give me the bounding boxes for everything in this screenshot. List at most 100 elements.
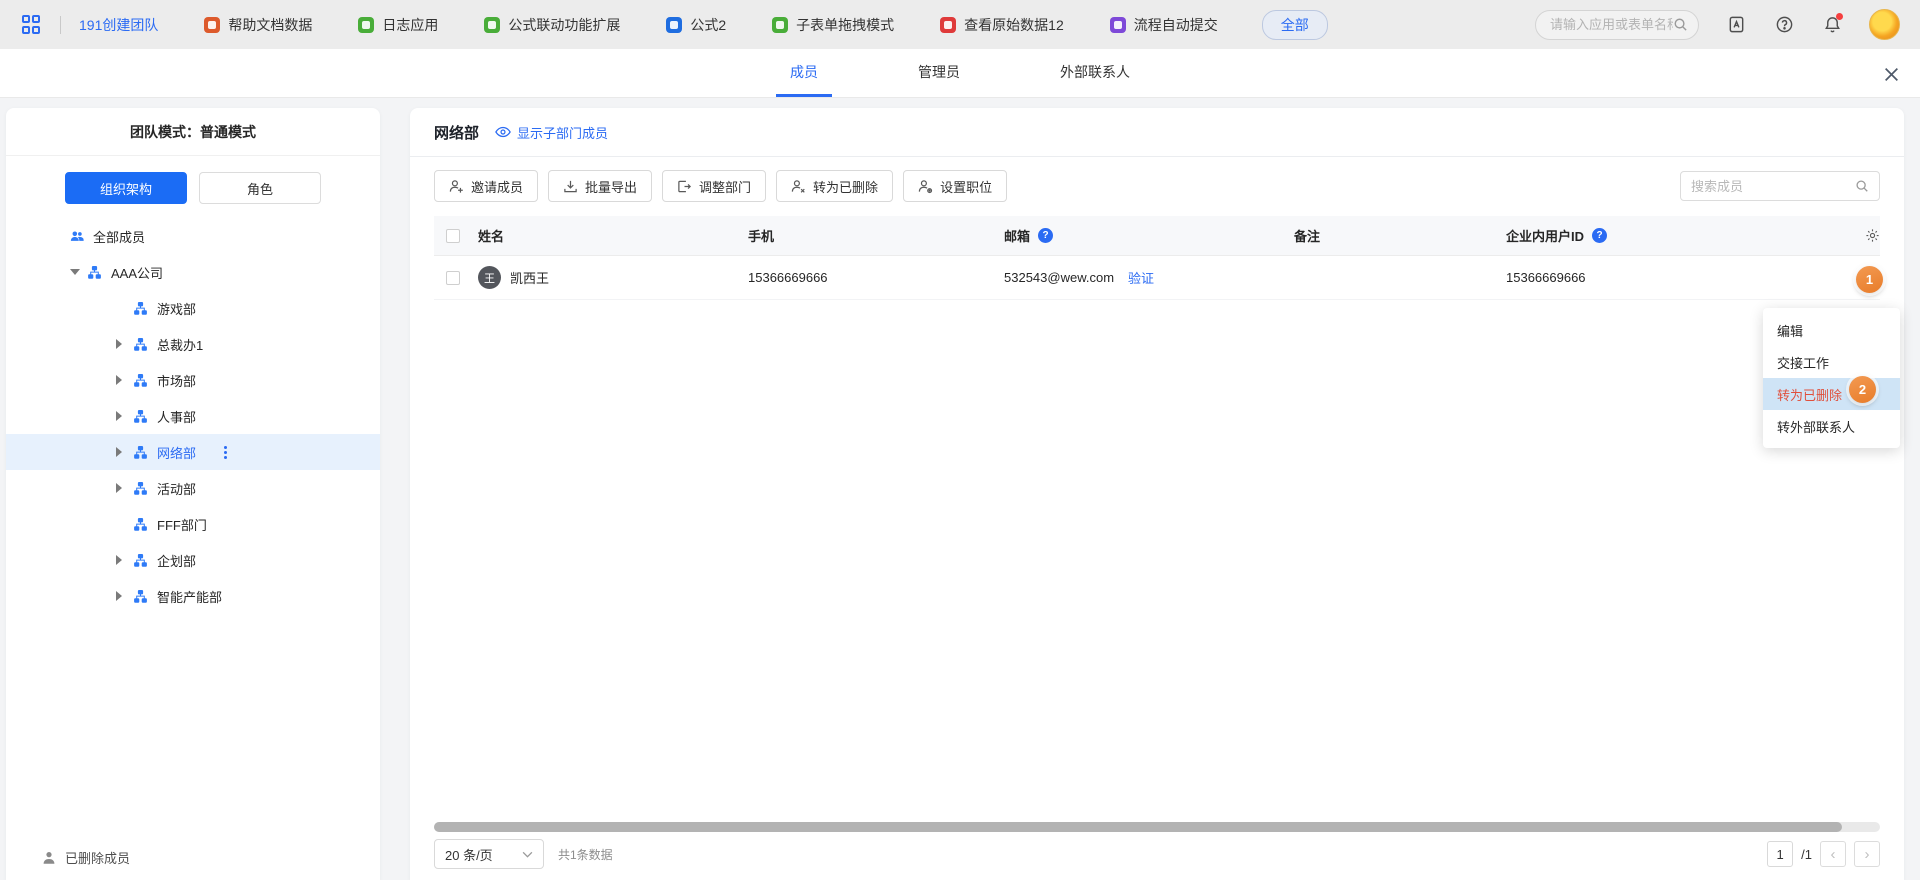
tree-item-label: 企划部 <box>157 551 196 570</box>
prev-page-button[interactable]: ‹ <box>1820 841 1846 867</box>
tree-item-label: 游戏部 <box>157 299 196 318</box>
filter-all-pill[interactable]: 全部 <box>1262 10 1328 40</box>
apps-grid-icon[interactable] <box>22 15 42 35</box>
global-search[interactable] <box>1535 10 1699 40</box>
tab-external-contacts[interactable]: 外部联系人 <box>1046 49 1144 97</box>
app-tab[interactable]: 公式联动功能扩展 <box>484 15 620 35</box>
app-icon <box>1110 17 1126 33</box>
tree-item[interactable]: AAA公司 <box>6 254 380 290</box>
menu-item-handover[interactable]: 交接工作 <box>1763 346 1900 378</box>
app-tab[interactable]: 子表单拖拽模式 <box>772 15 894 35</box>
tree-item-label: 活动部 <box>157 479 196 498</box>
adjust-department-button[interactable]: 调整部门 <box>662 170 766 202</box>
move-folder-icon <box>677 179 692 194</box>
page-size-select[interactable]: 20 条/页 <box>434 839 544 869</box>
app-tab-label: 流程自动提交 <box>1134 15 1218 35</box>
chevron-right-icon[interactable] <box>116 375 134 385</box>
people-icon <box>70 229 84 243</box>
notification-dot <box>1836 13 1843 20</box>
tree-item-label: 全部成员 <box>93 227 145 246</box>
app-icon <box>940 17 956 33</box>
member-avatar: 王 <box>478 266 501 289</box>
tree-item-label: 智能产能部 <box>157 587 222 606</box>
bell-icon[interactable] <box>1821 14 1843 36</box>
column-settings-gear-icon[interactable] <box>1865 228 1880 243</box>
chevron-right-icon[interactable] <box>116 339 134 349</box>
workspace-name[interactable]: 191创建团队 <box>79 15 158 35</box>
tree-item-label: AAA公司 <box>111 263 163 282</box>
table-row[interactable]: 王 凯西王 15366669666 532543@wew.com 验证 1536… <box>434 256 1880 300</box>
show-sub-department-link[interactable]: 显示子部门成员 <box>495 123 608 142</box>
deleted-members-link[interactable]: 已删除成员 <box>42 848 130 867</box>
header-note: 备注 <box>1294 226 1506 245</box>
member-search[interactable] <box>1680 171 1880 201</box>
member-search-input[interactable] <box>1691 179 1855 194</box>
deleted-members-label: 已删除成员 <box>65 848 130 867</box>
total-count-label: 共1条数据 <box>558 846 613 863</box>
total-pages-label: /1 <box>1801 847 1812 862</box>
invite-member-button[interactable]: 邀请成员 <box>434 170 538 202</box>
chevron-right-icon[interactable] <box>116 555 134 565</box>
help-question-icon[interactable]: ? <box>1038 228 1053 243</box>
app-icon <box>204 17 220 33</box>
role-button[interactable]: 角色 <box>199 172 321 204</box>
org-icon <box>134 337 148 351</box>
org-tree: 全部成员 AAA公司 游戏部 总裁办1 <box>6 218 380 614</box>
contacts-icon[interactable] <box>1725 14 1747 36</box>
more-actions-icon[interactable] <box>224 446 227 459</box>
global-search-input[interactable] <box>1550 17 1673 32</box>
tree-item-all-members[interactable]: 全部成员 <box>6 218 380 254</box>
current-page-box[interactable]: 1 <box>1767 841 1793 867</box>
members-panel: 网络部 显示子部门成员 邀请成员 批量导出 调整部门 转为已删除 设置职位 <box>410 108 1904 880</box>
batch-export-button[interactable]: 批量导出 <box>548 170 652 202</box>
app-tab[interactable]: 查看原始数据12 <box>940 15 1064 35</box>
tree-item[interactable]: 活动部 <box>6 470 380 506</box>
chevron-right-icon[interactable] <box>116 591 134 601</box>
chevron-right-icon[interactable] <box>116 447 134 457</box>
chevron-right-icon[interactable] <box>116 483 134 493</box>
header-email: 邮箱 <box>1004 226 1030 245</box>
menu-item-edit[interactable]: 编辑 <box>1763 314 1900 346</box>
person-gear-icon <box>918 179 933 194</box>
help-question-icon[interactable]: ? <box>1592 228 1607 243</box>
select-all-checkbox[interactable] <box>446 229 460 243</box>
app-tab-label: 日志应用 <box>382 15 438 35</box>
member-nav-tabs: 成员 管理员 外部联系人 <box>0 49 1920 98</box>
tree-item[interactable]: 智能产能部 <box>6 578 380 614</box>
person-plus-icon <box>449 179 464 194</box>
org-structure-button[interactable]: 组织架构 <box>65 172 187 204</box>
tree-item[interactable]: 总裁办1 <box>6 326 380 362</box>
move-to-deleted-button[interactable]: 转为已删除 <box>776 170 893 202</box>
app-tab[interactable]: 流程自动提交 <box>1110 15 1218 35</box>
tree-item-selected[interactable]: 网络部 <box>6 434 380 470</box>
row-checkbox[interactable] <box>446 271 460 285</box>
tree-item[interactable]: 人事部 <box>6 398 380 434</box>
next-page-button[interactable]: › <box>1854 841 1880 867</box>
horizontal-scrollbar[interactable] <box>434 822 1880 832</box>
show-sub-department-label: 显示子部门成员 <box>517 123 608 142</box>
app-tab[interactable]: 日志应用 <box>358 15 438 35</box>
help-icon[interactable] <box>1773 14 1795 36</box>
scrollbar-thumb[interactable] <box>434 822 1842 832</box>
chevron-down-icon[interactable] <box>70 269 88 275</box>
tree-item[interactable]: FFF部门 <box>6 506 380 542</box>
set-position-button[interactable]: 设置职位 <box>903 170 1007 202</box>
avatar[interactable] <box>1869 9 1900 40</box>
tree-item[interactable]: 市场部 <box>6 362 380 398</box>
chevron-right-icon[interactable] <box>116 411 134 421</box>
annotation-badge-1: 1 <box>1856 266 1883 293</box>
tab-members[interactable]: 成员 <box>776 49 832 97</box>
app-tab[interactable]: 帮助文档数据 <box>204 15 312 35</box>
menu-item-to-external-contact[interactable]: 转外部联系人 <box>1763 410 1900 442</box>
org-icon <box>134 553 148 567</box>
app-tab[interactable]: 公式2 <box>666 15 726 35</box>
tree-item[interactable]: 企划部 <box>6 542 380 578</box>
app-icon <box>772 17 788 33</box>
close-icon[interactable] <box>1880 63 1902 85</box>
tab-admins[interactable]: 管理员 <box>904 49 974 97</box>
tree-item-label: FFF部门 <box>157 515 207 534</box>
tree-item[interactable]: 游戏部 <box>6 290 380 326</box>
menu-item-move-to-deleted[interactable]: 转为已删除 <box>1763 378 1900 410</box>
org-icon <box>134 301 148 315</box>
verify-email-link[interactable]: 验证 <box>1128 268 1154 287</box>
